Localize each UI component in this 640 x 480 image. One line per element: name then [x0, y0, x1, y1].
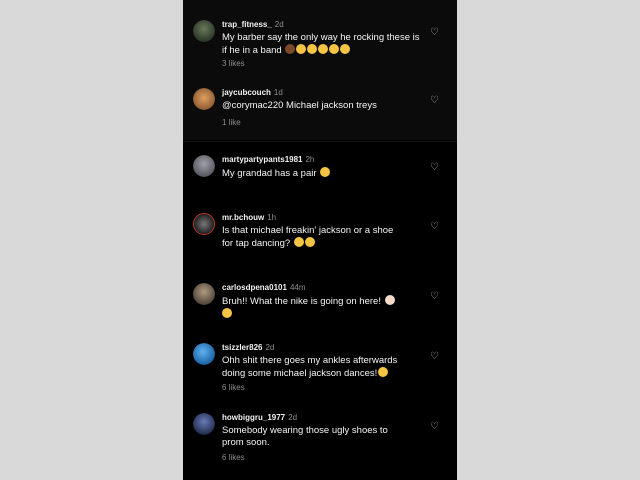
username[interactable]: tsizzler826: [222, 343, 262, 352]
comment-item: martypartypants1981 2h My grandad has a p…: [183, 155, 457, 185]
comment-text: Is that michael freakin' jackson or a sh…: [222, 225, 397, 249]
timestamp: 2d: [265, 343, 275, 352]
laughing-emoji-icon: [340, 43, 351, 54]
comment-text: My barber say the only way he rocking th…: [222, 32, 422, 56]
comment-item: jaycubcouch 1d @corymac220 Michael jackso…: [183, 88, 457, 130]
comment-item: trap_fitness_ 2d My barber say the only w…: [183, 20, 457, 76]
like-heart-icon[interactable]: ♡: [430, 28, 440, 38]
avatar[interactable]: [193, 283, 215, 305]
dizzy-face-emoji-icon: [222, 307, 232, 318]
likes-count[interactable]: 3 likes: [222, 59, 245, 69]
avatar[interactable]: [193, 343, 215, 365]
avatar[interactable]: [193, 20, 215, 42]
comment-meta: trap_fitness_ 2d: [222, 20, 284, 30]
username[interactable]: martypartypants1981: [222, 155, 302, 164]
thinking-emoji-icon: [304, 236, 315, 247]
comment-meta: tsizzler826 2d: [222, 343, 274, 353]
like-heart-icon[interactable]: ♡: [430, 422, 440, 432]
avatar[interactable]: [193, 88, 215, 110]
laughing-emoji-icon: [318, 43, 329, 54]
comment-text: My grandad has a pair: [222, 167, 422, 180]
likes-count[interactable]: 6 likes: [222, 453, 245, 463]
comment-meta: howbiggru_1977 2d: [222, 413, 297, 423]
likes-count[interactable]: 6 likes: [222, 383, 245, 393]
comment-text: @corymac220 Michael jackson treys: [222, 100, 422, 112]
sunglasses-emoji-icon: [320, 167, 331, 177]
like-heart-icon[interactable]: ♡: [430, 292, 440, 302]
comment-text-content: Bruh!! What the nike is going on here!: [222, 296, 381, 307]
comment-text-content: My grandad has a pair: [222, 168, 317, 179]
comment-text-content: @corymac220 Michael jackson treys: [222, 100, 377, 111]
comment-item: howbiggru_1977 2d Somebody wearing those …: [183, 413, 457, 465]
person-facepalming-emoji-icon: [384, 295, 395, 305]
screenshot-frame: trap_fitness_ 2d My barber say the only w…: [0, 0, 640, 480]
timestamp: 2d: [274, 20, 284, 29]
username[interactable]: howbiggru_1977: [222, 413, 285, 422]
comment-meta: mr.bchouw 1h: [222, 213, 276, 223]
comment-meta: carlosdpena0101 44m: [222, 283, 306, 293]
laughing-emoji-icon: [378, 366, 389, 377]
avatar[interactable]: [193, 213, 215, 235]
person-emoji-icon: [285, 43, 296, 54]
like-heart-icon[interactable]: ♡: [430, 352, 440, 362]
timestamp: 1h: [267, 213, 277, 222]
comment-item: tsizzler826 2d Ohh shit there goes my ank…: [183, 343, 457, 395]
timestamp: 1d: [273, 88, 283, 97]
comment-meta: martypartypants1981 2h: [222, 155, 314, 165]
like-heart-icon[interactable]: ♡: [430, 163, 440, 173]
comment-item: mr.bchouw 1h Is that michael freakin' jac…: [183, 213, 457, 253]
like-heart-icon[interactable]: ♡: [430, 96, 440, 106]
comment-item: carlosdpena0101 44m Bruh!! What the nike …: [183, 283, 457, 323]
comment-text-content: Ohh shit there goes my ankles afterwards…: [222, 355, 398, 379]
comment-text: Somebody wearing those ugly shoes to pro…: [222, 425, 407, 448]
comment-text: Bruh!! What the nike is going on here!: [222, 295, 422, 320]
timestamp: 44m: [289, 283, 306, 292]
username[interactable]: jaycubcouch: [222, 88, 271, 97]
comments-panel: trap_fitness_ 2d My barber say the only w…: [183, 0, 457, 480]
like-heart-icon[interactable]: ♡: [430, 222, 440, 232]
username[interactable]: mr.bchouw: [222, 213, 264, 222]
comment-text-content: Somebody wearing those ugly shoes to pro…: [222, 425, 388, 448]
comment-meta: jaycubcouch 1d: [222, 88, 283, 98]
laughing-emoji-icon: [329, 43, 340, 54]
laughing-emoji-icon: [307, 43, 318, 54]
username[interactable]: trap_fitness_: [222, 20, 272, 29]
laughing-emoji-icon: [296, 43, 307, 54]
timestamp: 2h: [305, 155, 315, 164]
avatar[interactable]: [193, 413, 215, 435]
username[interactable]: carlosdpena0101: [222, 283, 287, 292]
section-divider: [183, 141, 457, 142]
likes-count[interactable]: 1 like: [222, 118, 241, 128]
comment-text: Ohh shit there goes my ankles afterwards…: [222, 355, 412, 379]
timestamp: 2d: [288, 413, 298, 422]
avatar[interactable]: [193, 155, 215, 177]
thinking-emoji-icon: [293, 236, 304, 247]
